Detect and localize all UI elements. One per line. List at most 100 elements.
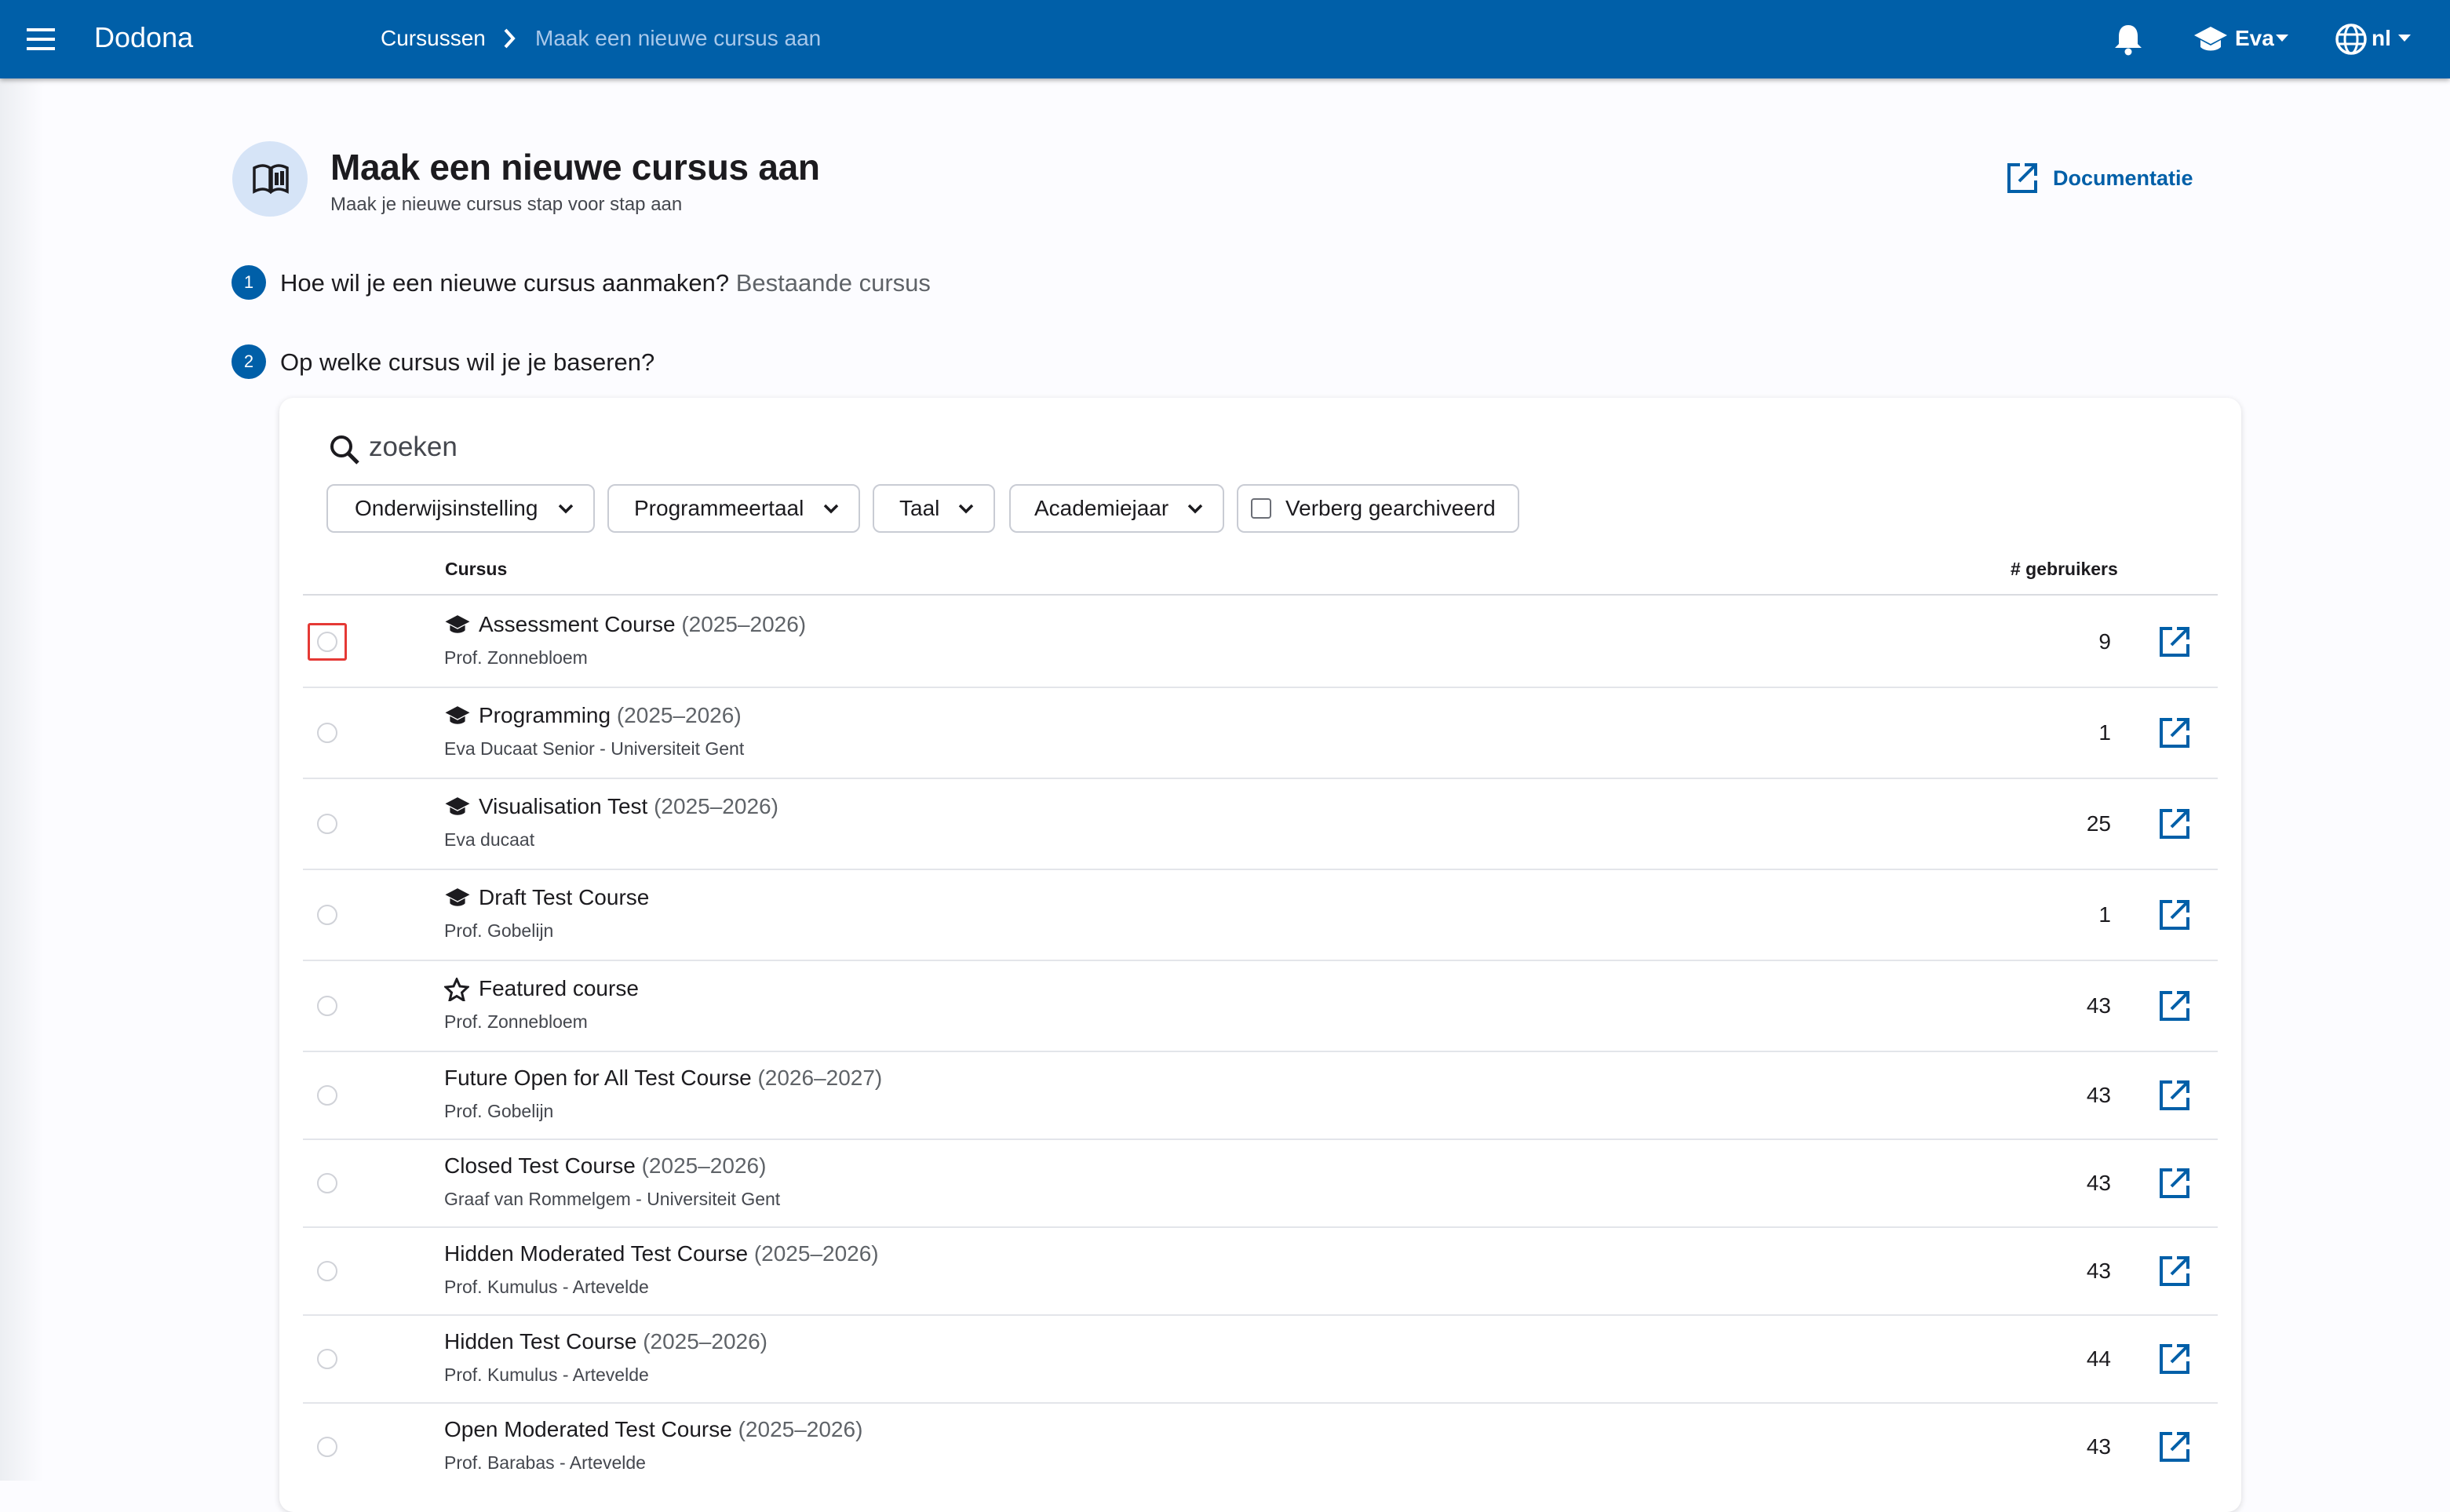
- filter-institution[interactable]: Onderwijsinstelling: [326, 484, 595, 533]
- course-title: Programming: [479, 703, 611, 727]
- course-radio[interactable]: [317, 1437, 337, 1457]
- filter-language[interactable]: Taal: [873, 484, 995, 533]
- course-title: Future Open for All Test Course: [444, 1066, 752, 1090]
- step-number: 2: [232, 344, 266, 379]
- course-row[interactable]: Programming (2025–2026) Eva Ducaat Senior…: [303, 687, 2218, 778]
- course-row[interactable]: Open Moderated Test Course (2025–2026) Pr…: [303, 1403, 2218, 1491]
- step-1-question: Hoe wil je een nieuwe cursus aanmaken?: [280, 269, 730, 297]
- school-icon[interactable]: [2193, 25, 2229, 53]
- step-1-answer: Bestaande cursus: [735, 269, 931, 297]
- course-radio[interactable]: [317, 723, 337, 743]
- course-year: (2025–2026): [681, 612, 807, 636]
- course-year: (2025–2026): [616, 703, 742, 727]
- caret-down-icon[interactable]: [2276, 35, 2288, 42]
- course-title: Hidden Test Course: [444, 1329, 637, 1354]
- user-menu[interactable]: Eva: [2235, 24, 2274, 53]
- user-count: 1: [2098, 902, 2111, 927]
- course-teacher: Prof. Barabas - Artevelde: [444, 1452, 646, 1473]
- course-radio[interactable]: [317, 996, 337, 1016]
- course-radio[interactable]: [317, 1349, 337, 1369]
- globe-icon[interactable]: [2334, 22, 2368, 56]
- open-in-new-icon[interactable]: [2158, 1167, 2191, 1200]
- course-name: Featured course: [479, 974, 639, 1004]
- filter-label: Taal: [899, 496, 940, 520]
- course-year: (2025–2026): [641, 1153, 767, 1178]
- open-in-new-icon[interactable]: [2158, 989, 2191, 1022]
- open-in-new-icon[interactable]: [2006, 162, 2039, 195]
- course-title: Draft Test Course: [479, 885, 650, 909]
- search-icon: [328, 433, 361, 466]
- course-year: (2025–2026): [643, 1329, 767, 1354]
- course-row[interactable]: Closed Test Course (2025–2026) Graaf van …: [303, 1139, 2218, 1227]
- school-icon: [444, 705, 471, 727]
- open-in-new-icon[interactable]: [2158, 898, 2191, 931]
- course-row[interactable]: Hidden Test Course (2025–2026) Prof. Kumu…: [303, 1315, 2218, 1403]
- course-row[interactable]: Draft Test Course Prof. Gobelijn 1: [303, 869, 2218, 960]
- caret-down-icon[interactable]: [2398, 35, 2411, 42]
- open-in-new-icon[interactable]: [2158, 716, 2191, 749]
- course-radio[interactable]: [317, 814, 337, 834]
- course-title: Hidden Moderated Test Course: [444, 1241, 749, 1266]
- course-teacher: Eva ducaat: [444, 829, 535, 850]
- filter-hide-archived[interactable]: Verberg gearchiveerd: [1237, 484, 1519, 533]
- checkbox[interactable]: [1251, 498, 1271, 519]
- course-teacher: Prof. Kumulus - Artevelde: [444, 1364, 649, 1385]
- course-teacher: Prof. Gobelijn: [444, 1101, 554, 1121]
- course-teacher: Prof. Kumulus - Artevelde: [444, 1277, 649, 1297]
- user-count: 44: [2086, 1346, 2111, 1371]
- page-title: Maak een nieuwe cursus aan: [330, 147, 820, 188]
- course-radio[interactable]: [317, 1173, 337, 1193]
- course-row[interactable]: Assessment Course (2025–2026) Prof. Zonne…: [303, 596, 2218, 687]
- open-in-new-icon[interactable]: [2158, 1255, 2191, 1288]
- course-name: Closed Test Course (2025–2026): [444, 1151, 766, 1181]
- school-icon: [444, 796, 471, 818]
- breadcrumb-courses[interactable]: Cursussen: [381, 24, 486, 53]
- step-1-text[interactable]: Hoe wil je een nieuwe cursus aanmaken? B…: [280, 266, 931, 301]
- course-row[interactable]: Visualisation Test (2025–2026) Eva ducaat…: [303, 778, 2218, 869]
- course-radio[interactable]: [317, 905, 337, 925]
- course-title: Assessment Course: [479, 612, 676, 636]
- filter-academic-year[interactable]: Academiejaar: [1009, 484, 1224, 533]
- user-count: 43: [2086, 1171, 2111, 1195]
- app-name[interactable]: Dodona: [94, 20, 193, 55]
- course-row[interactable]: Featured course Prof. Zonnebloem 43: [303, 960, 2218, 1051]
- open-in-new-icon[interactable]: [2158, 1079, 2191, 1112]
- course-radio[interactable]: [317, 632, 337, 652]
- chevron-down-icon: [957, 503, 975, 516]
- documentation-link[interactable]: Documentatie: [2053, 163, 2193, 193]
- course-name: Open Moderated Test Course (2025–2026): [444, 1415, 862, 1445]
- course-name: Assessment Course (2025–2026): [479, 610, 806, 639]
- breadcrumb-current: Maak een nieuwe cursus aan: [535, 26, 822, 50]
- open-book-icon: [251, 162, 290, 196]
- chevron-right-icon: [501, 27, 520, 49]
- top-app-bar: Dodona Cursussen Maak een nieuwe cursus …: [0, 0, 2450, 78]
- course-name: Hidden Moderated Test Course (2025–2026): [444, 1239, 879, 1269]
- course-radio[interactable]: [317, 1261, 337, 1281]
- filter-programming-language[interactable]: Programmeertaal: [607, 484, 860, 533]
- user-count: 43: [2086, 1434, 2111, 1459]
- chevron-down-icon: [557, 503, 574, 516]
- page-edge: [0, 78, 44, 1481]
- course-radio[interactable]: [317, 1085, 337, 1106]
- open-in-new-icon[interactable]: [2158, 807, 2191, 840]
- bell-icon[interactable]: [2113, 22, 2144, 56]
- filter-label: Onderwijsinstelling: [355, 496, 538, 520]
- language-menu[interactable]: nl: [2372, 24, 2391, 53]
- user-count: 43: [2086, 1083, 2111, 1107]
- open-in-new-icon[interactable]: [2158, 625, 2191, 658]
- menu-icon[interactable]: [25, 25, 57, 53]
- open-in-new-icon[interactable]: [2158, 1430, 2191, 1463]
- open-in-new-icon[interactable]: [2158, 1343, 2191, 1375]
- course-title: Closed Test Course: [444, 1153, 636, 1178]
- course-row[interactable]: Hidden Moderated Test Course (2025–2026)…: [303, 1227, 2218, 1315]
- search-input[interactable]: zoeken: [369, 428, 458, 467]
- filter-label: Academiejaar: [1034, 496, 1169, 520]
- course-year: (2025–2026): [654, 794, 778, 818]
- course-row[interactable]: Future Open for All Test Course (2026–20…: [303, 1051, 2218, 1139]
- header-icon-circle: [232, 141, 308, 217]
- course-year: (2025–2026): [753, 1241, 879, 1266]
- user-count: 9: [2098, 629, 2111, 654]
- star-outline-icon: [444, 978, 469, 1001]
- step-2-question: Op welke cursus wil je je baseren?: [280, 348, 655, 376]
- school-icon: [444, 614, 471, 636]
